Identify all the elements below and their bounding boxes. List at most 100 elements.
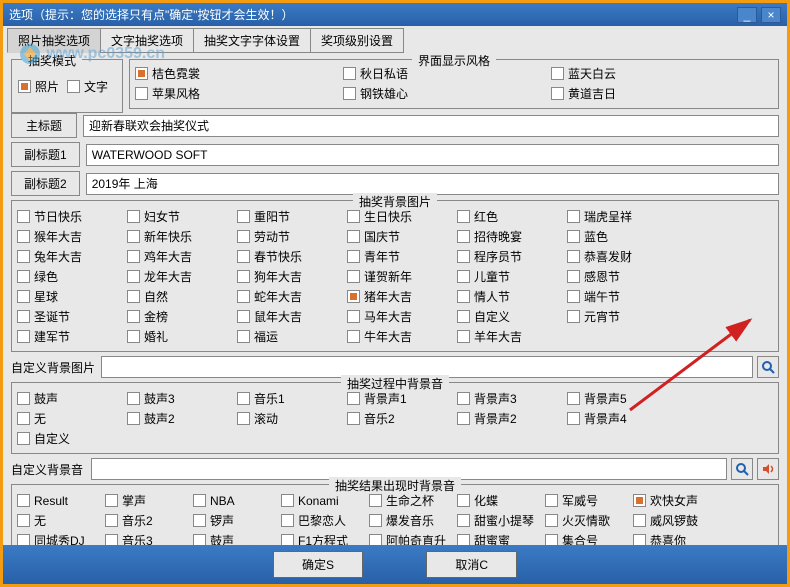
result-sound-option-1[interactable]: 掌声 (105, 492, 185, 509)
bg-img-option-6[interactable]: 猴年大吉 (17, 228, 119, 245)
subtitle1-input[interactable] (86, 144, 779, 166)
result-sound-option-0[interactable]: Result (17, 492, 97, 509)
result-sound-option-9[interactable]: 音乐2 (105, 512, 185, 529)
tab-font-settings[interactable]: 抽奖文字字体设置 (193, 28, 311, 53)
bg-sound-option-2[interactable]: 音乐1 (237, 390, 339, 407)
bg-sound-option-4[interactable]: 背景声3 (457, 390, 559, 407)
bg-img-option-4[interactable]: 红色 (457, 208, 559, 225)
mode-text-radio[interactable]: 文字 (67, 78, 108, 95)
bg-img-option-28[interactable]: 情人节 (457, 288, 559, 305)
bg-sound-option-10[interactable]: 背景声2 (457, 410, 559, 427)
bg-img-option-5[interactable]: 瑞虎呈祥 (567, 208, 669, 225)
result-sound-option-18[interactable]: 鼓声 (193, 532, 273, 545)
result-sound-option-21[interactable]: 甜蜜蜜 (457, 532, 537, 545)
bg-sound-option-3[interactable]: 背景声1 (347, 390, 449, 407)
bg-sound-option-7[interactable]: 鼓声2 (127, 410, 229, 427)
result-sound-option-17[interactable]: 音乐3 (105, 532, 185, 545)
bg-img-option-25[interactable]: 自然 (127, 288, 229, 305)
bg-img-option-14[interactable]: 春节快乐 (237, 248, 339, 265)
style-option-5[interactable]: 黄道吉日 (551, 85, 751, 102)
bg-img-option-16[interactable]: 程序员节 (457, 248, 559, 265)
bg-img-option-17[interactable]: 恭喜发财 (567, 248, 669, 265)
bg-img-option-2[interactable]: 重阳节 (237, 208, 339, 225)
bg-img-option-11[interactable]: 蓝色 (567, 228, 669, 245)
tab-text-options[interactable]: 文字抽奖选项 (100, 28, 194, 53)
result-sound-option-5[interactable]: 化蝶 (457, 492, 537, 509)
bg-img-option-23[interactable]: 感恩节 (567, 268, 669, 285)
result-sound-option-6[interactable]: 军威号 (545, 492, 625, 509)
style-option-4[interactable]: 钢铁雄心 (343, 85, 543, 102)
result-sound-option-15[interactable]: 威风锣鼓 (633, 512, 713, 529)
tab-prize-levels[interactable]: 奖项级别设置 (310, 28, 404, 53)
style-option-3[interactable]: 苹果风格 (135, 85, 335, 102)
bg-img-option-13[interactable]: 鸡年大吉 (127, 248, 229, 265)
subtitle2-input[interactable] (86, 173, 779, 195)
result-sound-option-11[interactable]: 巴黎恋人 (281, 512, 361, 529)
bg-img-option-26[interactable]: 蛇年大吉 (237, 288, 339, 305)
result-sound-option-10[interactable]: 锣声 (193, 512, 273, 529)
result-sound-option-2[interactable]: NBA (193, 492, 273, 509)
bg-img-option-9[interactable]: 国庆节 (347, 228, 449, 245)
browse-bg-sound-button[interactable] (731, 458, 753, 480)
result-sound-option-4[interactable]: 生命之杯 (369, 492, 449, 509)
browse-bg-img-button[interactable] (757, 356, 779, 378)
main-title-input[interactable] (83, 115, 779, 137)
minimize-button[interactable]: _ (737, 7, 757, 23)
bg-img-option-8[interactable]: 劳动节 (237, 228, 339, 245)
bg-img-option-30[interactable]: 圣诞节 (17, 308, 119, 325)
cancel-button[interactable]: 取消C (426, 551, 517, 578)
bg-img-option-21[interactable]: 谨贺新年 (347, 268, 449, 285)
bg-sound-option-9[interactable]: 音乐2 (347, 410, 449, 427)
bg-img-option-38[interactable]: 福运 (237, 328, 339, 345)
play-bg-sound-button[interactable] (757, 458, 779, 480)
bg-img-option-3[interactable]: 生日快乐 (347, 208, 449, 225)
close-button[interactable]: × (761, 7, 781, 23)
ok-button[interactable]: 确定S (273, 551, 363, 578)
bg-img-option-19[interactable]: 龙年大吉 (127, 268, 229, 285)
result-sound-option-19[interactable]: F1方程式 (281, 532, 361, 545)
bg-img-option-39[interactable]: 牛年大吉 (347, 328, 449, 345)
result-sound-option-16[interactable]: 同城秀DJ (17, 532, 97, 545)
bg-img-option-20[interactable]: 狗年大吉 (237, 268, 339, 285)
bg-img-option-27[interactable]: 猪年大吉 (347, 288, 449, 305)
bg-sound-option-8[interactable]: 滚动 (237, 410, 339, 427)
result-sound-option-22[interactable]: 集合号 (545, 532, 625, 545)
bg-sound-option-12[interactable]: 自定义 (17, 430, 119, 447)
result-sound-option-13[interactable]: 甜蜜小提琴 (457, 512, 537, 529)
result-sound-option-20[interactable]: 阿帕奇直升 (369, 532, 449, 545)
bg-sound-option-1[interactable]: 鼓声3 (127, 390, 229, 407)
result-sound-option-8[interactable]: 无 (17, 512, 97, 529)
result-sound-option-3[interactable]: Konami (281, 492, 361, 509)
bg-img-option-24[interactable]: 星球 (17, 288, 119, 305)
mode-photo-radio[interactable]: 照片 (18, 78, 59, 95)
bg-img-option-31[interactable]: 金榜 (127, 308, 229, 325)
bg-img-option-35[interactable]: 元宵节 (567, 308, 669, 325)
bg-img-option-32[interactable]: 鼠年大吉 (237, 308, 339, 325)
bg-img-option-0[interactable]: 节日快乐 (17, 208, 119, 225)
bg-img-option-22[interactable]: 儿童节 (457, 268, 559, 285)
result-sound-option-14[interactable]: 火灭情歌 (545, 512, 625, 529)
bg-img-option-37[interactable]: 婚礼 (127, 328, 229, 345)
bg-img-option-29[interactable]: 端午节 (567, 288, 669, 305)
result-sound-option-7[interactable]: 欢快女声 (633, 492, 713, 509)
bg-img-option-18[interactable]: 绿色 (17, 268, 119, 285)
bg-sound-option-0[interactable]: 鼓声 (17, 390, 119, 407)
result-sound-option-23[interactable]: 恭喜你 (633, 532, 713, 545)
tab-photo-options[interactable]: 照片抽奖选项 (7, 28, 101, 53)
bg-sound-option-11[interactable]: 背景声4 (567, 410, 669, 427)
bg-img-option-40[interactable]: 羊年大吉 (457, 328, 559, 345)
bg-img-option-7[interactable]: 新年快乐 (127, 228, 229, 245)
bg-img-option-36[interactable]: 建军节 (17, 328, 119, 345)
style-option-0[interactable]: 桔色霓裳 (135, 65, 335, 82)
result-sound-group-title: 抽奖结果出现时背景音 (329, 477, 461, 494)
style-option-2[interactable]: 蓝天白云 (551, 65, 751, 82)
bg-img-option-34[interactable]: 自定义 (457, 308, 559, 325)
bg-img-option-12[interactable]: 兔年大吉 (17, 248, 119, 265)
bg-img-option-1[interactable]: 妇女节 (127, 208, 229, 225)
bg-img-option-33[interactable]: 马年大吉 (347, 308, 449, 325)
bg-img-option-15[interactable]: 青年节 (347, 248, 449, 265)
bg-sound-option-5[interactable]: 背景声5 (567, 390, 669, 407)
bg-img-option-10[interactable]: 招待晚宴 (457, 228, 559, 245)
result-sound-option-12[interactable]: 爆发音乐 (369, 512, 449, 529)
bg-sound-option-6[interactable]: 无 (17, 410, 119, 427)
